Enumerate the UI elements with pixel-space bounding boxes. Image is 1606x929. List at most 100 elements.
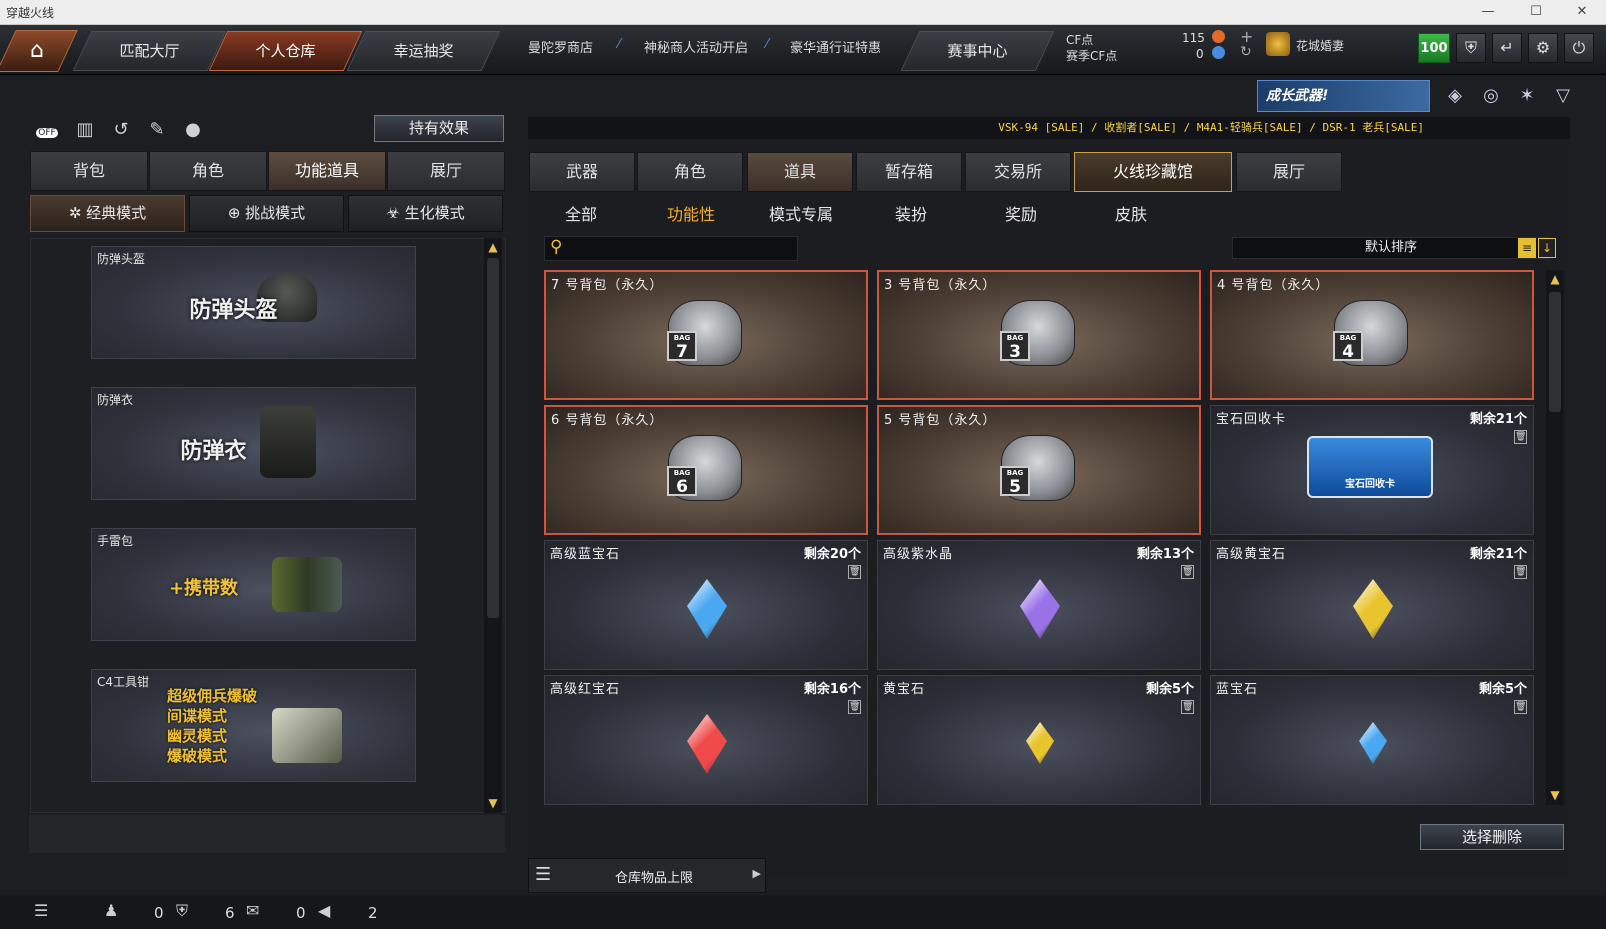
item-card[interactable]: 高级紫水晶 剩余13个 🗑 <box>877 540 1201 670</box>
item-card[interactable]: 高级黄宝石 剩余21个 🗑 <box>1210 540 1534 670</box>
scroll-up-icon[interactable]: ▲ <box>1546 272 1564 286</box>
toggle-off-icon[interactable]: OFF <box>32 116 62 144</box>
scroll-down-icon[interactable]: ▼ <box>1546 788 1564 802</box>
bag-text: BAG <box>1339 334 1357 342</box>
cf-points-value: 115 <box>1182 31 1205 45</box>
globe-icon[interactable]: ◎ <box>1476 82 1506 110</box>
right-scrollbar[interactable]: ▲ ▼ <box>1546 270 1564 805</box>
wing-icon[interactable]: ✶ <box>1512 82 1542 110</box>
trash-icon[interactable]: 🗑 <box>848 565 861 579</box>
minimize-button[interactable]: — <box>1468 3 1508 21</box>
item-card[interactable]: 3 号背包（永久） BAG 3 <box>877 270 1201 400</box>
subtab-skins[interactable]: 皮肤 <box>1076 201 1186 225</box>
tab-functional-items[interactable]: 功能道具 <box>268 151 386 191</box>
badge-icon[interactable]: ◈ <box>1440 82 1470 110</box>
tab-personal-storage[interactable]: 个人仓库 <box>208 31 363 71</box>
scroll-down-icon[interactable]: ▼ <box>484 796 502 810</box>
tab-gallery[interactable]: 展厅 <box>387 151 505 191</box>
held-effect-button[interactable]: 持有效果 <box>374 115 504 142</box>
trash-icon[interactable]: 🗑 <box>1514 565 1527 579</box>
vip-icon[interactable]: ▽ <box>1548 82 1578 110</box>
tab-items[interactable]: 道具 <box>747 152 853 192</box>
expand-arrow-icon[interactable]: ▶ <box>753 867 761 880</box>
item-card[interactable]: 黄宝石 剩余5个 🗑 <box>877 675 1201 805</box>
tab-lucky-draw[interactable]: 幸运抽奖 <box>346 31 501 71</box>
bag-number-label: BAG 6 <box>667 466 697 496</box>
mode-challenge[interactable]: ⊕ 挑战模式 <box>189 195 344 232</box>
trash-icon[interactable]: 🗑 <box>1514 700 1527 714</box>
trash-icon[interactable]: 🗑 <box>1181 565 1194 579</box>
scroll-up-icon[interactable]: ▲ <box>484 240 502 254</box>
sort-direction-icon[interactable]: ↓ <box>1538 238 1556 258</box>
sort-dropdown[interactable]: 默认排序 <box>1232 237 1550 259</box>
select-delete-button[interactable]: 选择删除 <box>1420 824 1564 850</box>
item-card[interactable]: 7 号背包（永久） BAG 7 <box>544 270 868 400</box>
item-card[interactable]: 高级红宝石 剩余16个 🗑 <box>544 675 868 805</box>
list-item-helmet[interactable]: 防弹头盔 防弹头盔 <box>91 246 416 359</box>
avatar[interactable] <box>1266 32 1290 56</box>
level-badge[interactable]: 100 <box>1418 33 1450 63</box>
tab-temp-box[interactable]: 暂存箱 <box>856 152 962 192</box>
mode-classic[interactable]: ✲ 经典模式 <box>30 195 185 232</box>
list-item-vest[interactable]: 防弹衣 防弹衣 <box>91 387 416 500</box>
tab-characters[interactable]: 角色 <box>637 152 743 192</box>
power-icon[interactable]: ⏻ <box>1564 33 1594 63</box>
link-deluxe-pass[interactable]: 豪华通行证特惠 <box>790 37 881 56</box>
item-card[interactable]: 4 号背包（永久） BAG 4 <box>1210 270 1534 400</box>
item-remaining: 剩余5个 <box>1478 682 1527 697</box>
tab-exchange[interactable]: 交易所 <box>965 152 1071 192</box>
list-item-grenade-pack[interactable]: 手雷包 +携带数 <box>91 528 416 641</box>
tab-showroom[interactable]: 展厅 <box>1236 152 1342 192</box>
scroll-thumb[interactable] <box>487 258 499 618</box>
list-view-icon[interactable]: ≡ <box>1518 238 1536 258</box>
tab-backpack[interactable]: 背包 <box>30 151 148 191</box>
stats-icon[interactable]: ▥ <box>70 116 100 144</box>
list-item-c4-pliers[interactable]: C4工具钳 超级佣兵爆破 间谍模式 幽灵模式 爆破模式 <box>91 669 416 782</box>
subtab-mode-exclusive[interactable]: 模式专属 <box>746 201 856 225</box>
item-card[interactable]: 5 号背包（永久） BAG 5 <box>877 405 1201 535</box>
tab-weapons[interactable]: 武器 <box>529 152 635 192</box>
refresh-icon[interactable]: ↻ <box>1240 44 1252 60</box>
item-card[interactable]: 高级蓝宝石 剩余20个 🗑 <box>544 540 868 670</box>
subtab-all[interactable]: 全部 <box>526 201 636 225</box>
trash-icon[interactable]: 🗑 <box>1181 700 1194 714</box>
clan-icon[interactable]: ⛨ <box>176 901 188 921</box>
gear-icon[interactable]: ⚙ <box>1528 33 1558 63</box>
menu-icon[interactable]: ☰ <box>34 901 48 920</box>
tab-match-lobby[interactable]: 匹配大厅 <box>72 31 227 71</box>
home-button[interactable]: ⌂ <box>0 30 78 72</box>
history-icon[interactable]: ↺ <box>106 116 136 144</box>
grenade-icon[interactable]: ● <box>178 116 208 144</box>
maximize-button[interactable]: ☐ <box>1516 3 1556 21</box>
tab-collection[interactable]: 火线珍藏馆 <box>1074 152 1232 192</box>
spray-icon[interactable]: ✎ <box>142 116 172 144</box>
subtab-rewards[interactable]: 奖励 <box>966 201 1076 225</box>
tab-character[interactable]: 角色 <box>149 151 267 191</box>
subtab-costume[interactable]: 装扮 <box>856 201 966 225</box>
link-mystery-merchant[interactable]: 神秘商人活动开启 <box>644 37 748 56</box>
volume-icon[interactable]: ◀ <box>318 901 330 920</box>
storage-capacity-bar[interactable]: ☰ 仓库物品上限 ▶ <box>528 858 766 893</box>
shield-icon[interactable]: ⛨ <box>1456 33 1486 63</box>
growth-weapon-banner[interactable]: 成长武器! <box>1257 80 1430 112</box>
item-card[interactable]: 宝石回收卡 剩余21个 🗑 宝石回收卡 <box>1210 405 1534 535</box>
left-scrollbar[interactable]: ▲ ▼ <box>484 238 502 813</box>
item-remaining: 剩余13个 <box>1136 547 1194 562</box>
c4-mode-line: 爆破模式 <box>167 747 228 765</box>
subtab-functional[interactable]: 功能性 <box>636 201 746 225</box>
close-button[interactable]: ✕ <box>1562 3 1602 21</box>
search-input[interactable]: ⚲ <box>544 236 798 261</box>
link-mandala-shop[interactable]: 曼陀罗商店 <box>528 37 593 56</box>
item-card[interactable]: 蓝宝石 剩余5个 🗑 <box>1210 675 1534 805</box>
item-name: 5 号背包（永久） <box>884 413 997 428</box>
tab-event-center[interactable]: 赛事中心 <box>900 31 1055 71</box>
item-card[interactable]: 6 号背包（永久） BAG 6 <box>544 405 868 535</box>
item-title: 防弹衣 <box>97 393 134 407</box>
mode-biochem[interactable]: ☣ 生化模式 <box>348 195 503 232</box>
trash-icon[interactable]: 🗑 <box>848 700 861 714</box>
chat-icon[interactable]: ✉ <box>246 901 259 920</box>
friends-icon[interactable]: ♟ <box>104 901 118 920</box>
trash-icon[interactable]: 🗑 <box>1514 430 1527 444</box>
scroll-thumb[interactable] <box>1549 292 1561 412</box>
back-icon[interactable]: ↵ <box>1492 33 1522 63</box>
